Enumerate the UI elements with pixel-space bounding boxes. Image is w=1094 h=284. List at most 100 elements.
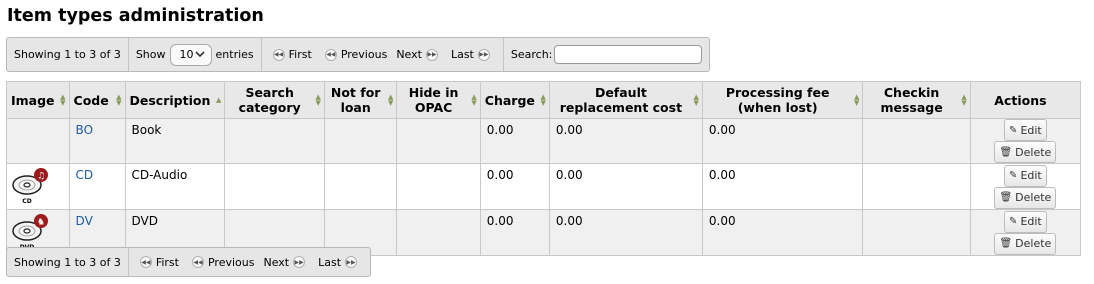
sort-icon: ▲ ▼ [315,93,321,107]
cell-replacement-cost: 0.00 [548,209,703,256]
column-header-checkin-message[interactable]: Checkin message ▲ ▼ [862,81,971,119]
cell-code: CD [68,163,126,210]
edit-button[interactable]: ✎ Edit [1004,210,1047,233]
cell-search-category [224,118,325,164]
delete-button[interactable]: 🗑 Delete [994,141,1057,163]
table-row: BO Book 0.00 0.00 0.00 ✎ Edit 🗑 Delete [6,118,1082,164]
column-header-charge[interactable]: Charge ▲ ▼ [479,81,550,119]
first-page-button[interactable]: ◀◀ First [269,48,312,61]
column-header-hide-in-opac[interactable]: Hide in OPAC ▲ ▼ [396,81,481,119]
next-page-button[interactable]: Next ▶▶ [396,48,442,61]
sort-ascending-icon: ▲ [215,96,222,104]
page-length-select[interactable]: 10 [169,43,212,66]
pagination-info: Showing 1 to 3 of 3 [7,248,129,276]
item-type-code-link[interactable]: CD [76,168,94,182]
cell-hide-in-opac [396,118,481,164]
trash-icon: 🗑 [999,192,1013,203]
page-title: Item types administration [7,6,264,26]
next-icon: ▶▶ [293,256,306,268]
entries-label: entries [215,48,254,61]
next-icon: ▶▶ [425,48,438,61]
column-header-description[interactable]: Description ▲ [124,81,226,119]
cell-checkin-message [862,118,971,164]
trash-icon: 🗑 [999,238,1013,249]
pencil-icon: ✎ [1009,124,1018,136]
cell-description: Book [124,118,226,164]
sort-icon: ▲ ▼ [116,93,122,107]
delete-button[interactable]: 🗑 Delete [994,232,1057,255]
column-header-not-for-loan[interactable]: Not for loan ▲ ▼ [323,81,398,119]
cell-replacement-cost: 0.00 [548,163,703,210]
cell-not-for-loan [323,118,398,164]
pencil-icon: ✎ [1009,170,1018,181]
last-icon: ▶▶ [345,256,358,268]
cell-hide-in-opac [396,209,481,256]
sort-icon: ▲ ▼ [60,93,66,107]
cell-processing-fee: 0.00 [701,118,864,164]
previous-icon: ◀◀ [324,48,337,61]
sort-icon: ▲ ▼ [471,93,477,107]
search-label: Search: [510,48,553,61]
cell-charge: 0.00 [479,163,550,210]
edit-button[interactable]: ✎ Edit [1004,164,1047,187]
first-icon: ◀◀ [272,48,285,61]
pagination-info: Showing 1 to 3 of 3 [7,38,129,71]
cell-not-for-loan [323,163,398,210]
last-icon: ▶▶ [477,48,490,61]
delete-button[interactable]: 🗑 Delete [994,186,1057,209]
cell-search-category [224,163,325,210]
sort-icon: ▲ ▼ [693,93,699,107]
trash-icon: 🗑 [999,146,1013,158]
column-header-search-category[interactable]: Search category ▲ ▼ [224,81,325,119]
column-header-code[interactable]: Code ▲ ▼ [68,81,126,119]
cell-image [6,118,70,164]
pagination-nav: ◀◀ First ◀◀ Previous Next ▶▶ Last ▶▶ [129,248,370,276]
cell-hide-in-opac [396,163,481,210]
first-page-button[interactable]: ◀◀ First [136,256,179,269]
chevron-down-icon [194,51,205,58]
pagination-nav: ◀◀ First ◀◀ Previous Next ▶▶ Last ▶▶ [262,38,504,71]
previous-icon: ◀◀ [191,256,204,268]
cell-actions: ✎ Edit 🗑 Delete [969,118,1082,164]
column-header-processing-fee[interactable]: Processing fee (when lost) ▲ ▼ [701,81,864,119]
item-type-code-link[interactable]: DV [76,214,93,228]
search-control: Search: [504,38,710,71]
last-page-button[interactable]: Last ▶▶ [451,48,494,61]
cell-replacement-cost: 0.00 [548,118,703,164]
sort-icon: ▲ ▼ [540,93,546,107]
cell-processing-fee: 0.00 [701,163,864,210]
edit-button[interactable]: ✎ Edit [1004,119,1047,141]
table-header-row: Image ▲ ▼ Code ▲ ▼ Description ▲ Search categ… [6,81,1082,119]
table-row: ♫ CD CD CD-Audio 0.00 0.00 0.00 ✎ Edit 🗑 D… [6,163,1082,210]
show-label: Show [135,48,166,61]
column-header-default-replacement-cost[interactable]: Default replacement cost ▲ ▼ [548,81,703,119]
previous-page-button[interactable]: ◀◀ Previous [321,48,387,61]
item-type-code-link[interactable]: BO [76,123,93,137]
table-toolbar-top: Showing 1 to 3 of 3 Show 10 entries ◀◀ Fi… [6,37,711,72]
dvd-disc-icon: ♞ DVD [10,212,54,252]
cell-image: ♫ CD [6,163,70,210]
pencil-icon: ✎ [1009,216,1018,227]
cell-charge: 0.00 [479,209,550,256]
svg-text:♫: ♫ [37,172,45,182]
cell-checkin-message [862,163,971,210]
previous-page-button[interactable]: ◀◀ Previous [188,256,254,269]
cell-charge: 0.00 [479,118,550,164]
cd-disc-icon: ♫ CD [10,166,54,206]
cell-actions: ✎ Edit 🗑 Delete [969,163,1082,210]
sort-icon: ▲ ▼ [388,93,394,107]
last-page-button[interactable]: Last ▶▶ [318,256,361,269]
svg-text:CD: CD [22,198,31,205]
column-header-actions: Actions [969,81,1082,119]
cell-description: CD-Audio [124,163,226,210]
cell-code: BO [68,118,126,164]
table-toolbar-bottom: Showing 1 to 3 of 3 ◀◀ First ◀◀ Previous N… [6,247,372,277]
sort-icon: ▲ ▼ [961,93,967,107]
column-header-image[interactable]: Image ▲ ▼ [6,81,70,119]
svg-text:♞: ♞ [37,218,45,228]
first-icon: ◀◀ [139,256,152,268]
next-page-button[interactable]: Next ▶▶ [263,256,309,269]
search-input[interactable] [554,45,703,64]
page-length-control: Show 10 entries [129,38,262,71]
item-types-table: Image ▲ ▼ Code ▲ ▼ Description ▲ Search categ… [6,81,1082,256]
